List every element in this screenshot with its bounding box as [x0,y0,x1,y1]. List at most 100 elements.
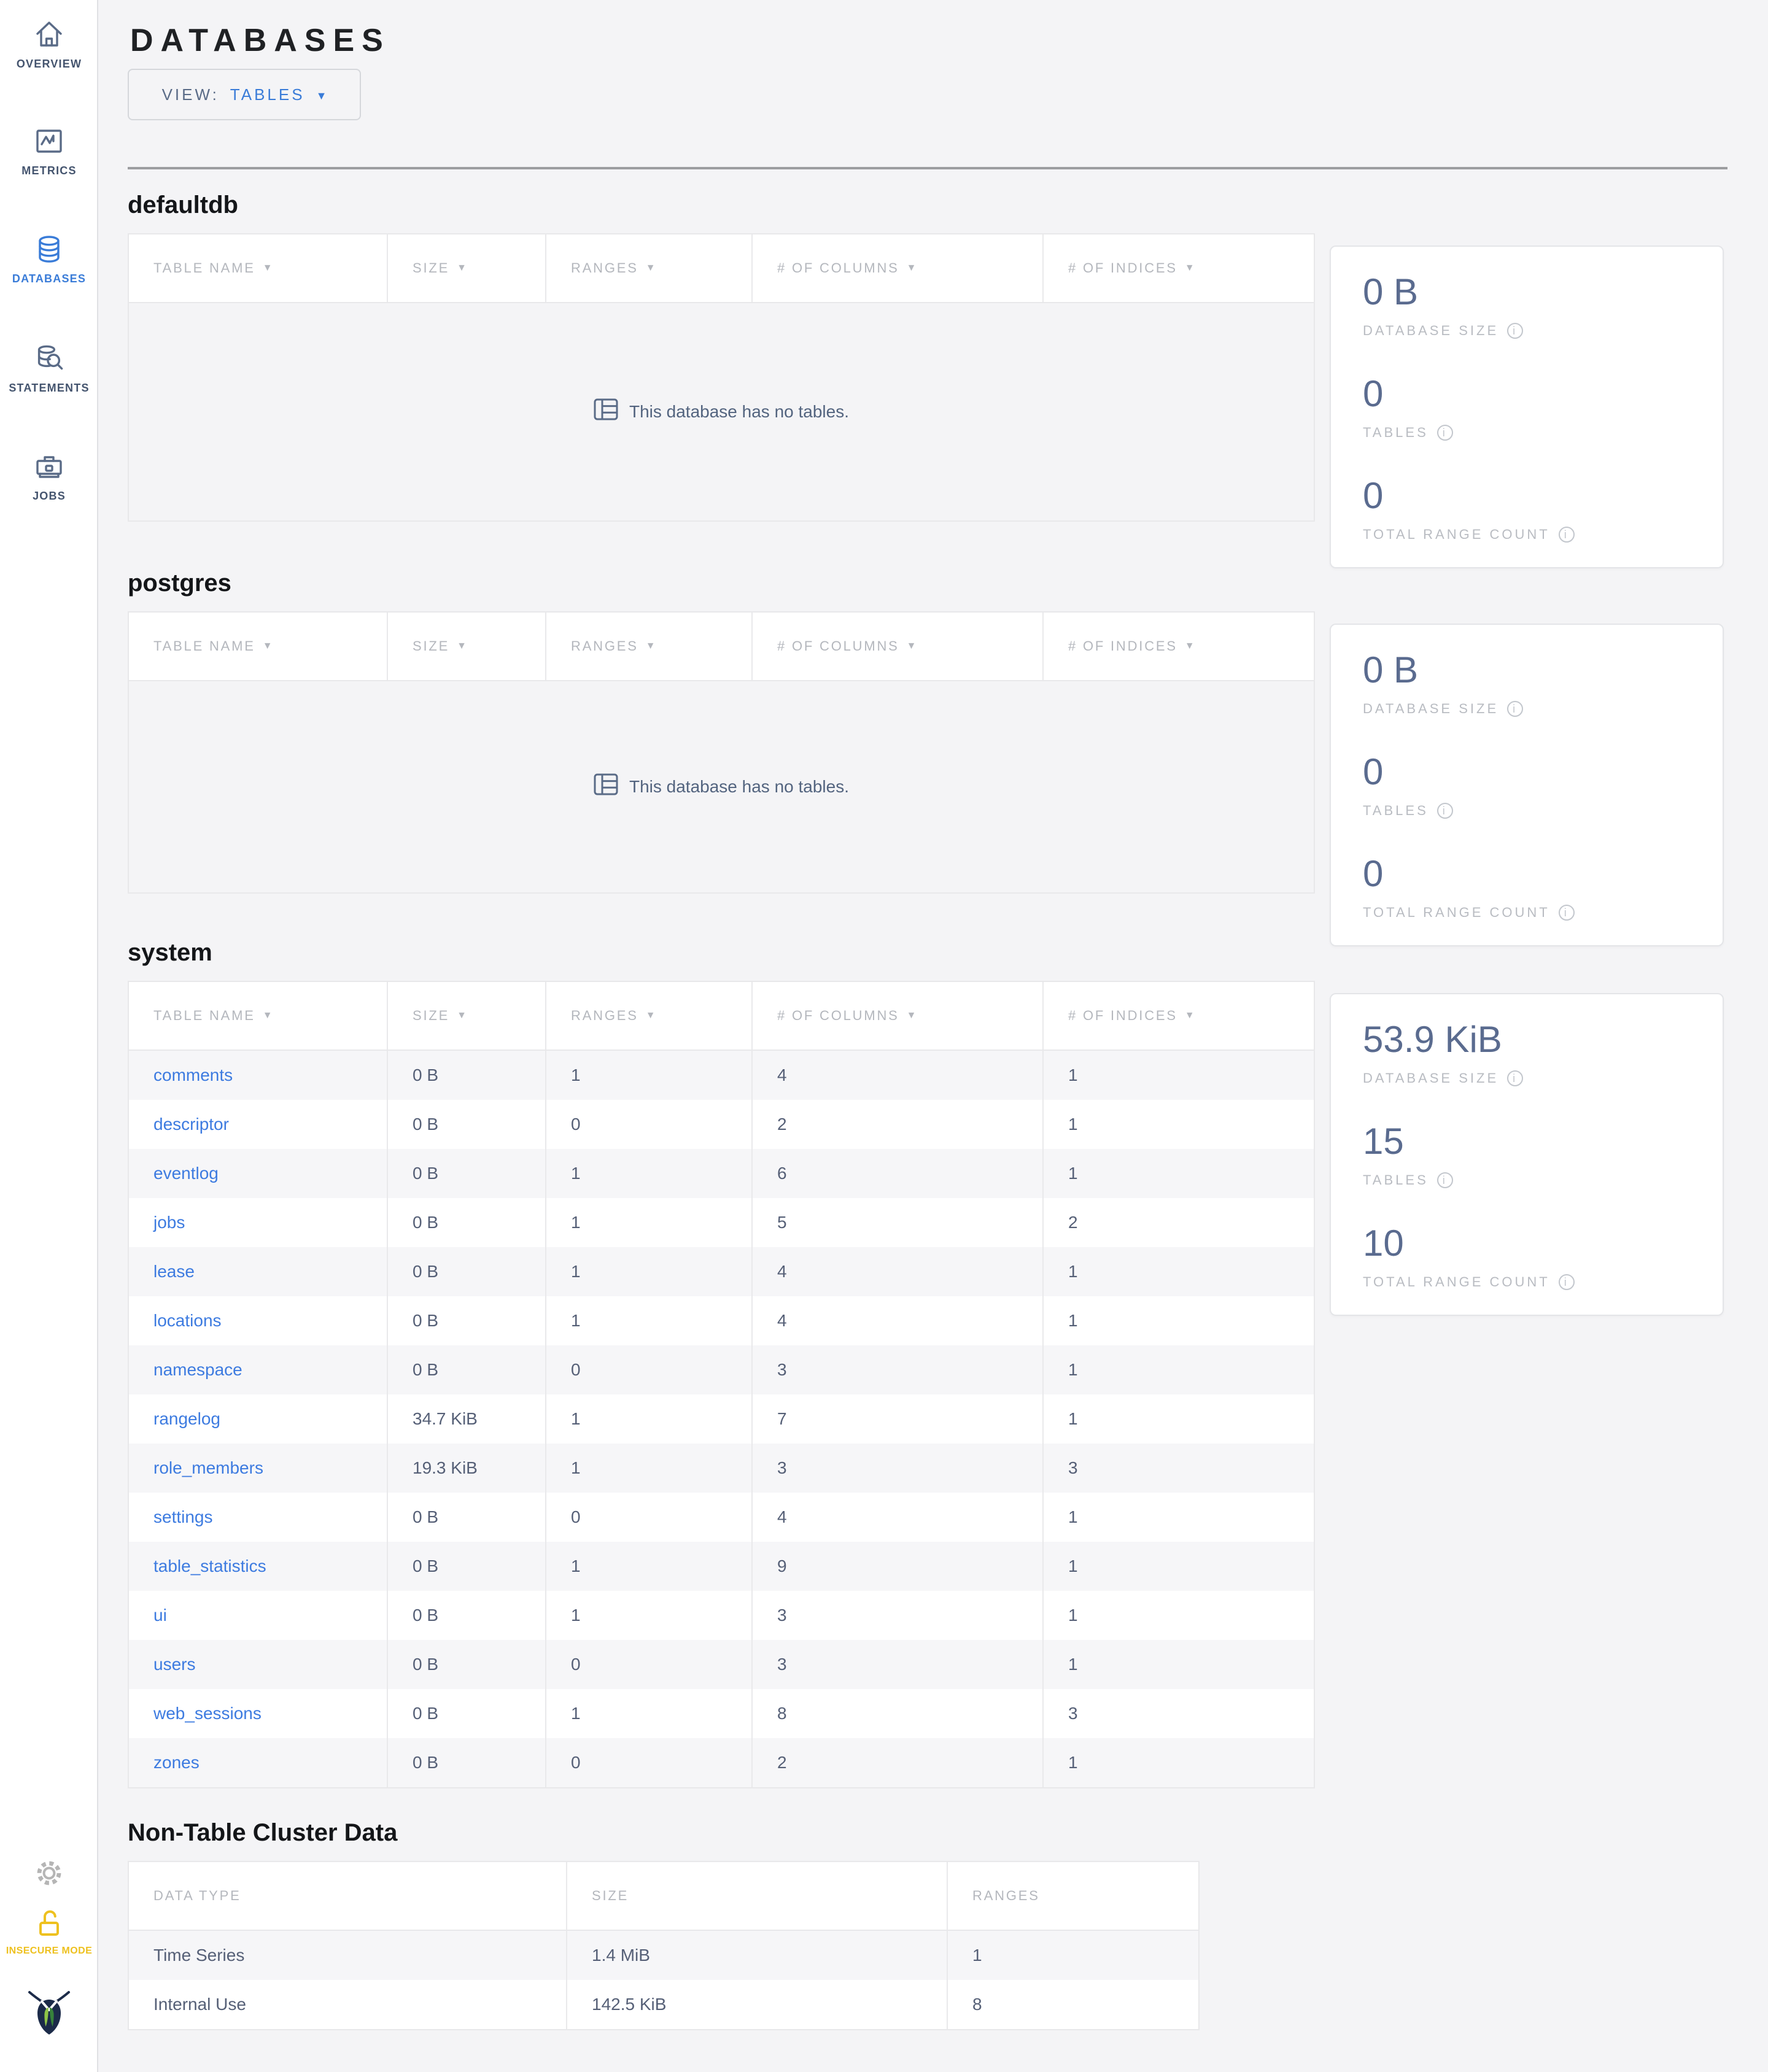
table-cell: web_sessions [129,1689,388,1738]
table-cell: 1 [1068,1556,1078,1575]
table-cell: 1 [546,1198,753,1247]
table-row: ui 0 B131 [129,1591,1314,1640]
info-icon[interactable] [1558,527,1575,543]
range-count-label: TOTAL RANGE COUNT [1363,1274,1550,1289]
table-name-link[interactable]: role_members [153,1458,263,1478]
column-header-columns[interactable]: # OF COLUMNS [753,234,1044,302]
info-icon[interactable] [1436,1172,1453,1188]
table-name-link[interactable]: web_sessions [153,1704,262,1723]
table-cell: 0 B [388,1149,546,1198]
tables-table: TABLE NAME SIZE RANGES # OF COLUMNS # OF… [128,981,1315,1788]
insecure-mode-indicator[interactable]: INSECURE MODE [0,1906,98,1957]
table-body: comments 0 B 1 4 1 descriptor 0 B 0 2 1 eventlog 0 … [129,1051,1314,1787]
table-cell: users [129,1640,388,1689]
column-header-table-name[interactable]: TABLE NAME [129,982,388,1050]
table-cell: 0 B [388,1689,546,1738]
column-header-table-name[interactable]: TABLE NAME [129,234,388,302]
tables-table: TABLE NAME SIZE RANGES # OF COLUMNS # OF… [128,233,1315,522]
column-header-columns[interactable]: # OF COLUMNS [753,613,1044,680]
table-name-link[interactable]: zones [153,1753,200,1772]
table-row: Internal Use 142.5 KiB 8 [129,1980,1198,2029]
info-icon[interactable] [1507,323,1524,339]
column-header-size[interactable]: SIZE [388,613,546,680]
table-name-link[interactable]: users [153,1655,195,1674]
sidebar-item-statements[interactable]: STATEMENTS [0,341,98,395]
databases-page: OVERVIEW METRICS DATABASES STATEMENTS JO… [0,0,1768,2072]
table-cell: 3 [753,1345,1044,1394]
table-cell: 3 [753,1444,1044,1493]
info-icon[interactable] [1436,425,1453,441]
table-cell: 3 [753,1640,1044,1689]
sidebar-item-label: DATABASES [12,273,87,285]
column-header-columns[interactable]: # OF COLUMNS [753,982,1044,1050]
tables-count-label: TABLES [1363,1172,1429,1188]
table-cell: 1 [1068,1311,1078,1330]
table-name-link[interactable]: descriptor [153,1115,229,1134]
table-cell: 0 [546,1345,753,1394]
view-dropdown[interactable]: VIEW: TABLES ▼ [128,69,361,120]
sidebar-item-jobs[interactable]: JOBS [0,449,98,503]
table-row: jobs 0 B15 2 [129,1198,1314,1247]
tables-table: TABLE NAME SIZE RANGES # OF COLUMNS # OF… [128,611,1315,894]
home-icon [0,17,98,52]
column-header-ranges[interactable]: RANGES [546,234,753,302]
sidebar-item-metrics[interactable]: METRICS [0,124,98,177]
main-content: DATABASES VIEW: TABLES ▼ defaultdb TABLE… [98,0,1768,2030]
table-name-link[interactable]: namespace [153,1360,242,1380]
table-cell: 3 [1068,1704,1078,1723]
table-cell: zones [129,1738,388,1787]
info-icon[interactable] [1507,1070,1524,1086]
table-cell: 0 [546,1493,753,1542]
column-header-size[interactable]: SIZE [388,982,546,1050]
database-size-value: 0 B [1363,649,1419,690]
view-dropdown-label: VIEW: [161,85,219,104]
table-name-link[interactable]: lease [153,1262,195,1281]
settings-button[interactable] [0,1857,98,1889]
sort-caret-icon [457,641,468,652]
info-icon[interactable] [1436,803,1453,819]
database-size-value: 0 B [1363,271,1419,312]
column-header-ranges[interactable]: RANGES [546,613,753,680]
table-row: web_sessions 0 B18 3 [129,1689,1314,1738]
table-cell: 1 [1068,1065,1078,1084]
table-cell: 8 [972,1995,982,2014]
column-header-indices[interactable]: # OF INDICES [1044,234,1315,302]
table-name-link[interactable]: table_statistics [153,1556,266,1576]
table-header-row: TABLE NAME SIZE RANGES # OF COLUMNS # OF… [129,982,1314,1051]
table-name-link[interactable]: rangelog [153,1409,220,1429]
table-row: zones 0 B02 1 [129,1738,1314,1787]
column-header-table-name[interactable]: TABLE NAME [129,613,388,680]
table-name-link[interactable]: eventlog [153,1164,219,1183]
column-header-indices[interactable]: # OF INDICES [1044,982,1315,1050]
column-header-ranges[interactable]: RANGES [546,982,753,1050]
table-cell: 1 [1068,1360,1078,1379]
database-stats-card: 0 B DATABASE SIZE 0 TABLES 0 TOTAL RANGE… [1330,245,1724,568]
sidebar-item-label: STATEMENTS [9,382,90,394]
table-cell: lease [129,1247,388,1296]
table-name-link[interactable]: jobs [153,1213,185,1232]
table-row: descriptor 0 B02 1 [129,1100,1314,1149]
column-header-indices[interactable]: # OF INDICES [1044,613,1315,680]
info-icon[interactable] [1507,701,1524,717]
info-icon[interactable] [1558,905,1575,921]
table-cell: 8 [753,1689,1044,1738]
sidebar-item-databases[interactable]: DATABASES [0,232,98,285]
table-cell: 0 B [388,1345,546,1394]
table-name-link[interactable]: locations [153,1311,222,1331]
info-icon[interactable] [1558,1274,1575,1290]
database-heading: defaultdb [128,191,238,218]
table-cell: 6 [753,1149,1044,1198]
table-cell: 1 [546,1689,753,1738]
table-row: table_statistics 0 B191 [129,1542,1314,1591]
table-cell: 1 [546,1591,753,1640]
table-cell: 0 B [388,1738,546,1787]
table-name-link[interactable]: settings [153,1507,213,1527]
table-cell: Internal Use [129,1980,567,2029]
sidebar-item-overview[interactable]: OVERVIEW [0,17,98,71]
table-header-row: DATA TYPE SIZE RANGES [129,1862,1198,1931]
non-table-heading: Non-Table Cluster Data [128,1819,398,1846]
table-name-link[interactable]: comments [153,1065,233,1085]
column-header-size[interactable]: SIZE [388,234,546,302]
database-size-label: DATABASE SIZE [1363,323,1499,338]
table-name-link[interactable]: ui [153,1606,167,1625]
